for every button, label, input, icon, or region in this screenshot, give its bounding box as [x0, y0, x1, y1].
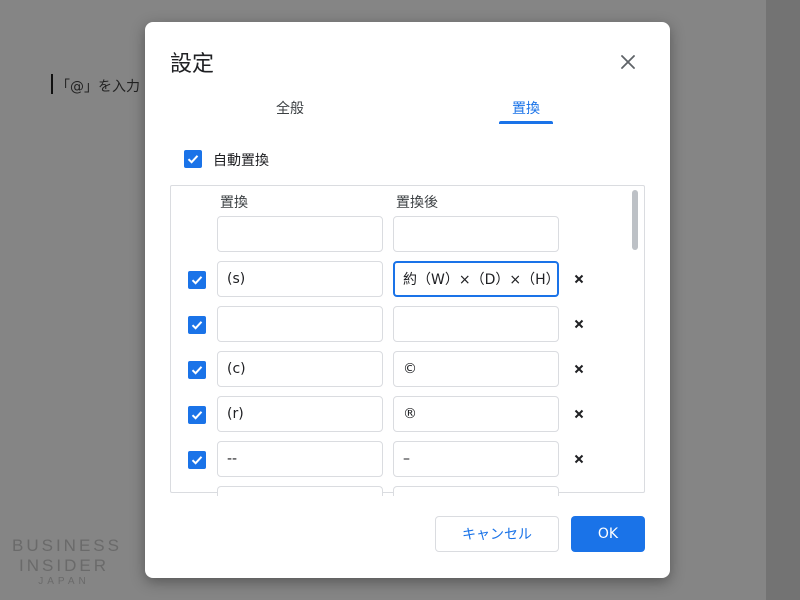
replace-input[interactable]: --	[217, 441, 383, 477]
replace-with-input[interactable]	[393, 216, 559, 252]
replace-with-input[interactable]: ©	[393, 351, 559, 387]
row-checkbox[interactable]	[188, 406, 206, 424]
replace-with-input[interactable]	[393, 486, 559, 496]
replace-with-input[interactable]: –	[393, 441, 559, 477]
delete-row-button[interactable]	[571, 361, 587, 377]
replace-with-input[interactable]: 約（W）×（D）×（H）	[393, 261, 559, 297]
auto-replace-label: 自動置換	[213, 153, 269, 169]
close-icon	[574, 319, 584, 329]
close-icon	[574, 409, 584, 419]
close-icon	[574, 364, 584, 374]
ok-button[interactable]: OK	[571, 516, 645, 552]
active-tab-indicator	[499, 121, 553, 124]
row-checkbox[interactable]	[188, 361, 206, 379]
checkmark-icon	[187, 155, 199, 164]
close-icon	[621, 55, 635, 69]
close-button[interactable]	[616, 50, 640, 74]
replace-input[interactable]	[217, 486, 383, 496]
replace-with-input[interactable]: ®	[393, 396, 559, 432]
replace-with-value: 約（W）×（D）×（H）	[403, 272, 559, 288]
cancel-button[interactable]: キャンセル	[435, 516, 559, 552]
row-checkbox[interactable]	[188, 451, 206, 469]
delete-row-button[interactable]	[571, 271, 587, 287]
delete-row-button[interactable]	[571, 451, 587, 467]
checkmark-icon	[191, 456, 203, 465]
replace-input[interactable]	[217, 306, 383, 342]
replace-input[interactable]: (r)	[217, 396, 383, 432]
tab-general[interactable]: 全般	[255, 98, 325, 118]
column-header-replace: 置換	[220, 195, 248, 211]
settings-dialog: 設定 全般 置換 自動置換 置換 置換後 (s) 約（W）×（D）×（H） (c…	[145, 22, 670, 578]
document-hint-text: 「@」を入力	[56, 79, 140, 95]
replace-input[interactable]: (c)	[217, 351, 383, 387]
text-cursor	[51, 74, 53, 94]
delete-row-button[interactable]	[571, 316, 587, 332]
checkmark-icon	[191, 321, 203, 330]
auto-replace-checkbox[interactable]	[184, 150, 202, 168]
checkmark-icon	[191, 276, 203, 285]
dialog-title: 設定	[170, 52, 215, 77]
watermark-line-2: INSIDER	[19, 556, 109, 575]
column-header-replace-with: 置換後	[396, 195, 438, 211]
replace-input[interactable]	[217, 216, 383, 252]
table-scrollbar-thumb[interactable]	[632, 190, 638, 250]
replace-with-input[interactable]	[393, 306, 559, 342]
replace-input[interactable]: (s)	[217, 261, 383, 297]
row-checkbox[interactable]	[188, 316, 206, 334]
watermark-logo: BUSINESS INSIDER JAPAN	[12, 536, 122, 588]
document-scrollbar[interactable]	[766, 0, 800, 600]
checkmark-icon	[191, 366, 203, 375]
tab-replace[interactable]: 置換	[499, 98, 553, 118]
delete-row-button[interactable]	[571, 406, 587, 422]
close-icon	[574, 274, 584, 284]
watermark-line-3: JAPAN	[38, 576, 90, 587]
row-checkbox[interactable]	[188, 271, 206, 289]
watermark-line-1: BUSINESS	[12, 536, 122, 555]
close-icon	[574, 454, 584, 464]
checkmark-icon	[191, 411, 203, 420]
